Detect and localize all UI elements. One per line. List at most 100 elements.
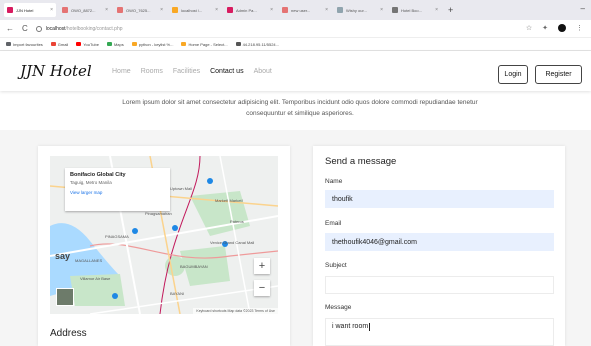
tab-label: OWO_7625... (126, 7, 151, 13)
folder-icon (181, 42, 187, 46)
browser-tab-active[interactable]: JJN Hotel × (4, 3, 56, 17)
map-label: BAYANI (170, 291, 185, 296)
login-button[interactable]: Login (498, 65, 528, 84)
bookmark-item[interactable]: YouTube (76, 42, 99, 47)
favicon-icon (117, 7, 123, 13)
browser-tab[interactable]: OWO_7625... × (114, 3, 166, 17)
map-label: Villamor Air Base (80, 276, 111, 281)
bookmark-item[interactable]: Maps (106, 42, 124, 47)
page-icon (235, 42, 241, 46)
message-field[interactable]: i want room (325, 318, 554, 346)
subject-field[interactable] (325, 276, 554, 294)
bookmark-icon (6, 42, 11, 46)
reload-icon[interactable]: C (22, 24, 28, 33)
bookmark-label: Home Page - Select... (188, 41, 228, 47)
map-label: Pateros (230, 219, 244, 224)
nav-facilities[interactable]: Facilities (173, 68, 200, 75)
map-label: Uptown Mall (170, 186, 193, 191)
close-tab-icon[interactable]: × (433, 7, 438, 13)
zoom-in-button[interactable]: + (254, 258, 270, 274)
email-label: Email (325, 220, 342, 227)
message-label: Message (325, 304, 352, 311)
nav-home[interactable]: Home (112, 68, 131, 75)
register-button[interactable]: Register (535, 65, 582, 84)
nav-contact[interactable]: Contact us (210, 68, 243, 75)
subject-label: Subject (325, 262, 347, 269)
maps-icon (106, 42, 112, 46)
nav-menu: Home Rooms Facilities Contact us About (112, 68, 272, 75)
browser-tab[interactable]: Admin Pa... × (224, 3, 276, 17)
bookmark-item[interactable]: python - keylist %... (131, 42, 173, 47)
contact-form-card: Send a message Name thoufik Email thetho… (313, 146, 565, 346)
tab-label: Admin Pa... (236, 7, 257, 13)
address-bar: ← C localhost/hotelbooking/contact.php ☆… (0, 20, 591, 38)
back-icon[interactable]: ← (6, 24, 14, 33)
toolbar-right: ☆ ✦ ⋮ (526, 24, 583, 32)
browser-tab[interactable]: localhost /... × (169, 3, 221, 17)
form-title: Send a message (325, 156, 397, 167)
bookmark-label: Gmail (57, 41, 69, 47)
favicon-icon (172, 7, 178, 13)
bookmarks-bar: Import favourites Gmail YouTube Maps pyt… (0, 38, 591, 51)
url-field[interactable]: localhost/hotelbooking/contact.php (46, 26, 123, 32)
favicon-icon (62, 7, 68, 13)
bookmark-item[interactable]: Import favourites (6, 42, 43, 47)
zoom-out-button[interactable]: − (254, 280, 270, 296)
map-label: Venice Grand Canal Mall (210, 240, 255, 245)
bookmark-item[interactable]: Gmail (50, 41, 69, 47)
close-tab-icon[interactable]: × (103, 7, 108, 13)
nav-rooms[interactable]: Rooms (141, 68, 163, 75)
view-larger-map-link[interactable]: View larger map (70, 190, 165, 195)
favicon-icon (392, 7, 398, 13)
map-label: MAGALLANES (75, 258, 103, 263)
new-tab-button[interactable]: + (448, 5, 453, 15)
place-title: Bonifacio Global City (70, 172, 126, 178)
close-tab-icon[interactable]: × (213, 7, 218, 13)
tab-label: Wishy our... (346, 7, 367, 13)
nav-about[interactable]: About (254, 68, 272, 75)
site-logo[interactable]: JJN Hotel (20, 62, 112, 80)
bookmark-label: YouTube (83, 41, 99, 47)
site-info-icon[interactable] (35, 25, 42, 32)
bookmark-label: 44.218.95.11/5524... (242, 41, 279, 47)
tab-label: OWO_8872... (71, 7, 96, 13)
menu-icon[interactable]: ⋮ (576, 24, 583, 32)
email-field[interactable]: thethoufik4046@gmail.com (325, 233, 554, 251)
bookmark-label: Import favourites (13, 41, 43, 47)
browser-tab-bar: JJN Hotel × OWO_8872... × OWO_7625... × … (0, 0, 591, 20)
close-tab-icon[interactable]: × (48, 7, 53, 13)
extensions-icon[interactable]: ✦ (542, 24, 548, 32)
favicon-icon (282, 7, 288, 13)
map-card: Bonifacio Global City Taguig, Metro Mani… (38, 146, 290, 346)
close-tab-icon[interactable]: × (268, 7, 273, 13)
map-place-card: Bonifacio Global City Taguig, Metro Mani… (65, 168, 170, 211)
intro-text: Lorem ipsum dolor sit amet consectetur a… (122, 99, 478, 117)
tab-label: Hotel Boo... (401, 7, 422, 13)
url-host: localhost (45, 25, 66, 32)
tab-label: JJN Hotel (16, 7, 34, 13)
browser-tab[interactable]: Hotel Boo... × (389, 3, 441, 17)
map-attribution: Keyboard shortcuts Map data ©2023 Terms … (193, 308, 278, 314)
browser-tab[interactable]: new user... × (279, 3, 331, 17)
tab-label: new user... (291, 7, 311, 13)
satellite-thumbnail[interactable] (56, 288, 74, 306)
favicon-icon (7, 7, 13, 13)
close-tab-icon[interactable]: × (158, 7, 163, 13)
close-tab-icon[interactable]: × (378, 7, 383, 13)
star-icon[interactable]: ☆ (526, 24, 532, 32)
tab-label: localhost /... (181, 7, 203, 13)
map-label: Pinagsamahan (145, 211, 172, 216)
browser-tab[interactable]: Wishy our... × (334, 3, 386, 17)
google-map[interactable]: Bonifacio Global City Taguig, Metro Mani… (50, 156, 278, 314)
gmail-icon (50, 42, 56, 46)
browser-tab[interactable]: OWO_8872... × (59, 3, 111, 17)
close-tab-icon[interactable]: × (323, 7, 328, 13)
minimize-icon[interactable]: – (581, 4, 585, 13)
bookmark-item[interactable]: Home Page - Select... (181, 41, 228, 47)
name-field[interactable]: thoufik (325, 190, 554, 208)
folder-icon (131, 42, 137, 46)
bookmark-item[interactable]: 44.218.95.11/5524... (235, 41, 279, 47)
profile-avatar[interactable] (558, 24, 566, 32)
favicon-icon (337, 7, 343, 13)
map-label: BAGUMBAYAN (180, 264, 208, 269)
